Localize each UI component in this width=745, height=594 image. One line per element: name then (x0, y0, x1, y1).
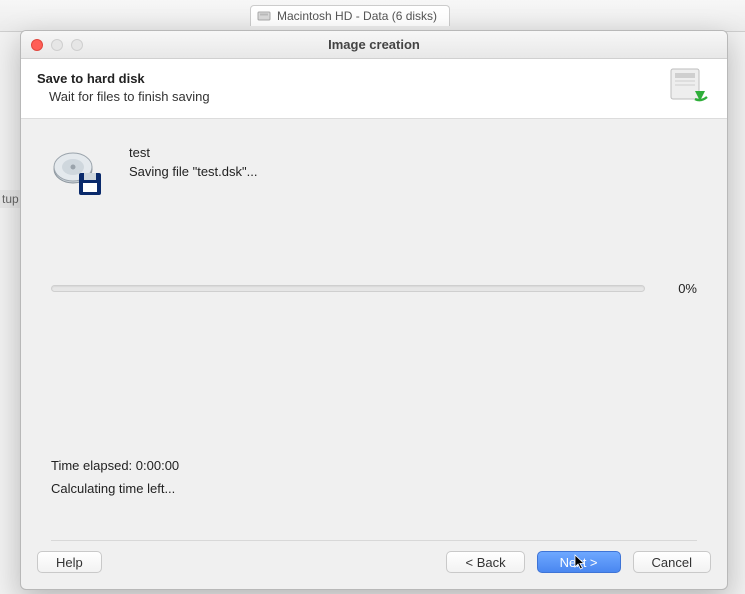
file-row: test Saving file "test.dsk"... (51, 145, 697, 201)
content: test Saving file "test.dsk"... 0% Time e… (21, 119, 727, 534)
background-toolbar: Macintosh HD - Data (6 disks) (0, 0, 745, 32)
dialog-window: Image creation Save to hard disk Wait fo… (20, 30, 728, 590)
cancel-button[interactable]: Cancel (633, 551, 711, 573)
footer: Help < Back Next > Cancel (21, 541, 727, 589)
file-name: test (129, 145, 257, 160)
window-controls (31, 39, 83, 51)
back-button[interactable]: < Back (446, 551, 524, 573)
window-title: Image creation (328, 37, 420, 52)
progress-bar (51, 285, 645, 292)
progress-percent: 0% (665, 281, 697, 296)
titlebar: Image creation (21, 31, 727, 59)
zoom-icon[interactable] (71, 39, 83, 51)
disk-to-floppy-icon (51, 145, 107, 201)
time-elapsed: Time elapsed: 0:00:00 (51, 458, 697, 473)
background-tab-label: Macintosh HD - Data (6 disks) (277, 9, 437, 23)
next-button[interactable]: Next > (537, 551, 621, 573)
close-icon[interactable] (31, 39, 43, 51)
time-remaining: Calculating time left... (51, 481, 697, 496)
header-subtitle: Wait for files to finish saving (37, 89, 711, 104)
help-button[interactable]: Help (37, 551, 102, 573)
background-tab[interactable]: Macintosh HD - Data (6 disks) (250, 5, 450, 26)
header-title: Save to hard disk (37, 71, 711, 86)
time-block: Time elapsed: 0:00:00 Calculating time l… (51, 458, 697, 504)
hard-disk-save-icon (665, 65, 709, 109)
header: Save to hard disk Wait for files to fini… (21, 59, 727, 119)
file-info: test Saving file "test.dsk"... (129, 145, 257, 179)
disk-icon (257, 9, 271, 23)
file-status: Saving file "test.dsk"... (129, 164, 257, 179)
progress-row: 0% (51, 281, 697, 296)
minimize-icon[interactable] (51, 39, 63, 51)
next-button-label: Next > (560, 555, 598, 570)
